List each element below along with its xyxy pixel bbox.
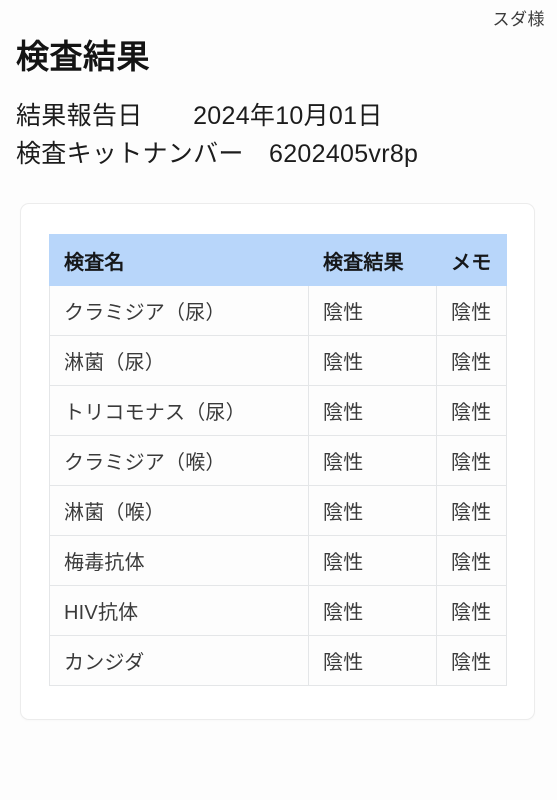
- table-cell-test-result: 陰性: [308, 585, 437, 636]
- table-row: クラミジア（尿） 陰性 陰性: [49, 285, 507, 336]
- results-table-body: クラミジア（尿） 陰性 陰性 淋菌（尿） 陰性 陰性 トリコモナス（尿） 陰性 陰性 クラミジア（…: [49, 285, 507, 686]
- table-cell-test-result: 陰性: [308, 285, 437, 336]
- table-row: 淋菌（尿） 陰性 陰性: [49, 335, 507, 386]
- table-cell-test-result: 陰性: [308, 535, 437, 586]
- table-cell-test-name: 淋菌（喉）: [49, 485, 309, 536]
- table-row: カンジダ 陰性 陰性: [49, 635, 507, 686]
- table-cell-memo: 陰性: [436, 635, 507, 686]
- table-header-row: 検査名 検査結果 メモ: [49, 234, 507, 286]
- table-row: HIV抗体 陰性 陰性: [49, 585, 507, 636]
- column-header-test-result: 検査結果: [308, 234, 437, 286]
- customer-name: スダ様: [492, 10, 545, 29]
- table-cell-test-name: HIV抗体: [49, 585, 309, 636]
- table-cell-memo: 陰性: [436, 535, 507, 586]
- table-cell-memo: 陰性: [436, 385, 507, 436]
- table-cell-test-result: 陰性: [308, 485, 437, 536]
- heading-block: 検査結果 結果報告日 2024年10月01日 検査キットナンバー 6202405…: [16, 38, 541, 173]
- table-cell-test-name: 梅毒抗体: [49, 535, 309, 586]
- table-cell-test-name: 淋菌（尿）: [49, 335, 309, 386]
- report-date-line: 結果報告日 2024年10月01日: [16, 101, 383, 130]
- table-cell-test-result: 陰性: [308, 335, 437, 386]
- table-cell-test-name: クラミジア（尿）: [49, 285, 309, 336]
- table-row: トリコモナス（尿） 陰性 陰性: [49, 385, 507, 436]
- table-row: 梅毒抗体 陰性 陰性: [49, 535, 507, 586]
- table-cell-memo: 陰性: [436, 485, 507, 536]
- results-table: 検査名 検査結果 メモ クラミジア（尿） 陰性 陰性 淋菌（尿） 陰性 陰性 トリコモナス（…: [49, 234, 507, 686]
- table-cell-memo: 陰性: [436, 585, 507, 636]
- table-cell-test-name: クラミジア（喉）: [49, 435, 309, 486]
- table-cell-test-result: 陰性: [308, 435, 437, 486]
- table-cell-memo: 陰性: [436, 285, 507, 336]
- kit-number-line: 検査キットナンバー 6202405vr8p: [16, 140, 419, 169]
- table-row: クラミジア（喉） 陰性 陰性: [49, 435, 507, 486]
- table-cell-memo: 陰性: [436, 335, 507, 386]
- table-cell-test-result: 陰性: [308, 385, 437, 436]
- column-header-test-name: 検査名: [49, 234, 309, 286]
- column-header-memo: メモ: [436, 234, 507, 286]
- table-cell-test-result: 陰性: [308, 635, 437, 686]
- customer-name-row: スダ様: [0, 0, 557, 30]
- page-title: 検査結果: [16, 38, 150, 75]
- table-cell-test-name: トリコモナス（尿）: [49, 385, 309, 436]
- results-table-head: 検査名 検査結果 メモ: [49, 234, 507, 286]
- table-cell-memo: 陰性: [436, 435, 507, 486]
- results-card: 検査名 検査結果 メモ クラミジア（尿） 陰性 陰性 淋菌（尿） 陰性 陰性 トリコモナス（…: [20, 203, 535, 720]
- table-row: 淋菌（喉） 陰性 陰性: [49, 485, 507, 536]
- table-cell-test-name: カンジダ: [49, 635, 309, 686]
